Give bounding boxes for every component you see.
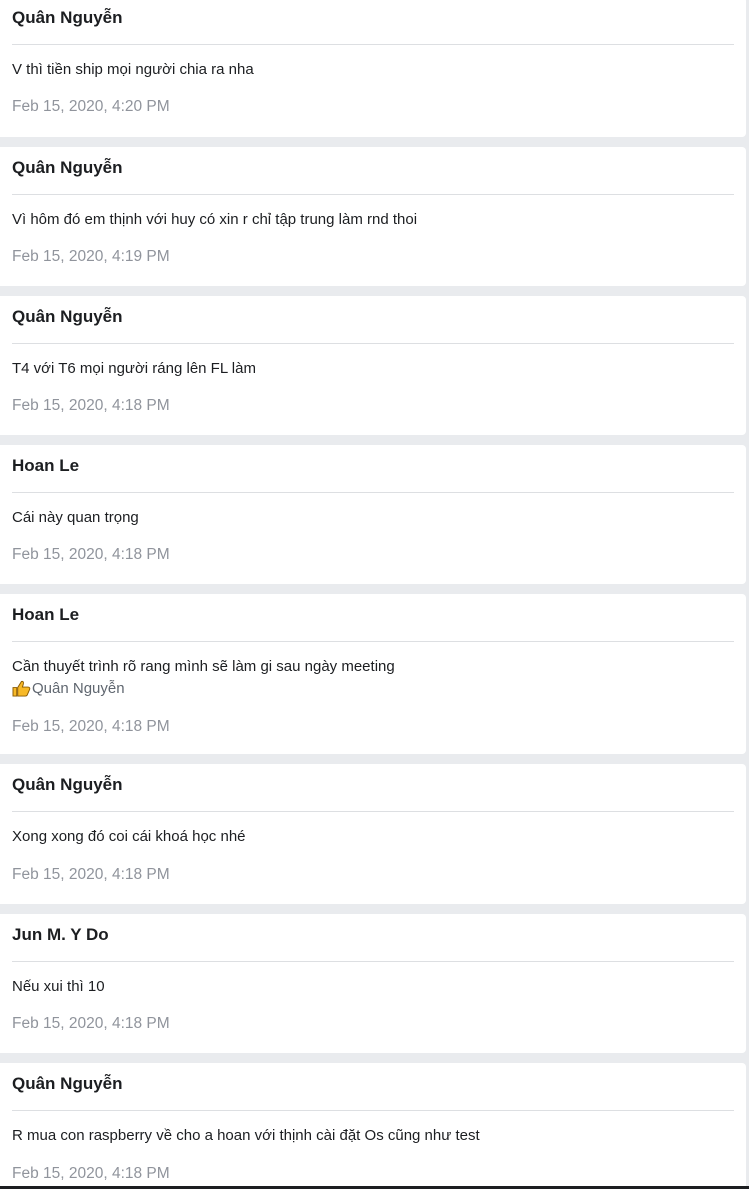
message-card: Quân Nguyễn T4 với T6 mọi người ráng lên…	[0, 296, 746, 435]
divider	[12, 1110, 734, 1111]
sender-name[interactable]: Quân Nguyễn	[12, 1074, 123, 1094]
divider	[12, 641, 734, 642]
sender-name[interactable]: Jun M. Y Do	[12, 925, 109, 945]
message-text: Nếu xui thì 10	[12, 978, 105, 995]
divider	[12, 961, 734, 962]
message-text: Cái này quan trọng	[12, 509, 139, 526]
message-timestamp: Feb 15, 2020, 4:19 PM	[12, 248, 170, 265]
message-card: Quân Nguyễn Xong xong đó coi cái khoá họ…	[0, 764, 746, 904]
sender-name[interactable]: Quân Nguyễn	[12, 307, 123, 327]
message-card: Hoan Le Cần thuyết trình rõ rang mình sẽ…	[0, 594, 746, 754]
divider	[12, 44, 734, 45]
message-timestamp: Feb 15, 2020, 4:18 PM	[12, 866, 170, 883]
message-card: Quân Nguyễn V thì tiền ship mọi người ch…	[0, 0, 746, 137]
message-timestamp: Feb 15, 2020, 4:18 PM	[12, 397, 170, 414]
reaction[interactable]: Quân Nguyễn	[12, 680, 125, 697]
divider	[12, 492, 734, 493]
message-timestamp: Feb 15, 2020, 4:18 PM	[12, 1015, 170, 1032]
divider	[12, 811, 734, 812]
message-timestamp: Feb 15, 2020, 4:18 PM	[12, 718, 170, 735]
message-text: V thì tiền ship mọi người chia ra nha	[12, 61, 254, 78]
message-timestamp: Feb 15, 2020, 4:18 PM	[12, 1165, 170, 1182]
message-text: R mua con raspberry về cho a hoan với th…	[12, 1127, 480, 1144]
message-timestamp: Feb 15, 2020, 4:20 PM	[12, 98, 170, 115]
message-card: Hoan Le Cái này quan trọng Feb 15, 2020,…	[0, 445, 746, 584]
reaction-user-name: Quân Nguyễn	[32, 680, 125, 697]
message-card: Jun M. Y Do Nếu xui thì 10 Feb 15, 2020,…	[0, 914, 746, 1053]
divider	[12, 343, 734, 344]
message-text: Vì hôm đó em thịnh với huy có xin r chỉ …	[12, 211, 418, 228]
thumbs-up-icon	[12, 680, 31, 697]
sender-name[interactable]: Quân Nguyễn	[12, 775, 123, 795]
sender-name[interactable]: Hoan Le	[12, 456, 79, 476]
sender-name[interactable]: Quân Nguyễn	[12, 158, 123, 178]
message-timestamp: Feb 15, 2020, 4:18 PM	[12, 546, 170, 563]
message-text: Xong xong đó coi cái khoá học nhé	[12, 828, 246, 845]
message-card: Quân Nguyễn Vì hôm đó em thịnh với huy c…	[0, 147, 746, 286]
sender-name[interactable]: Quân Nguyễn	[12, 8, 123, 28]
message-text: Cần thuyết trình rõ rang mình sẽ làm gi …	[12, 658, 395, 675]
message-text: T4 với T6 mọi người ráng lên FL làm	[12, 360, 256, 377]
divider	[12, 194, 734, 195]
message-card: Quân Nguyễn R mua con raspberry về cho a…	[0, 1063, 746, 1189]
sender-name[interactable]: Hoan Le	[12, 605, 79, 625]
